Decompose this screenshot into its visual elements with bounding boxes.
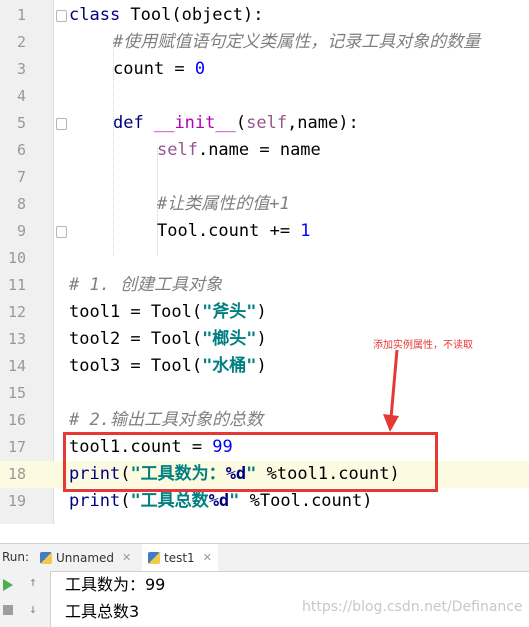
method-name: __init__ — [153, 113, 236, 133]
format-specifier: %d — [208, 491, 230, 511]
rerun-icon[interactable] — [3, 579, 13, 591]
close-icon[interactable]: ✕ — [122, 551, 131, 564]
console-output-line: 工具总数3 — [65, 602, 140, 621]
line-number: 6 — [16, 141, 26, 159]
comment: # 1. 创建工具对象 — [69, 275, 223, 295]
line-number: 14 — [7, 357, 26, 375]
annotation-arrow-icon — [383, 349, 399, 432]
comment: # 2.输出工具对象的总数 — [69, 410, 263, 430]
string-literal: "斧头" — [202, 302, 257, 322]
code-line-7[interactable]: 7 — [0, 164, 529, 191]
code-line-9[interactable]: 9 Tool.count += 1 — [0, 218, 529, 245]
line-number: 15 — [7, 384, 26, 402]
code-line-15[interactable]: 15 — [0, 380, 529, 407]
assignment: .name = name — [197, 140, 321, 160]
code-line-19[interactable]: 19 print("工具总数%d" %Tool.count) — [0, 488, 529, 515]
scroll-up-icon[interactable]: ↑ — [29, 575, 37, 590]
keyword-class: class — [69, 5, 121, 25]
assignment: tool1 = Tool( — [69, 302, 203, 322]
python-icon — [148, 551, 160, 564]
number-literal: 0 — [194, 59, 206, 79]
line-number: 19 — [7, 492, 26, 510]
run-label: Run: — [2, 550, 30, 564]
code-line-8[interactable]: 8 #让类属性的值+1 — [0, 191, 529, 218]
line-number: 8 — [16, 195, 26, 213]
line-number: 7 — [16, 168, 26, 186]
line-number: 10 — [7, 249, 26, 267]
params: ,name): — [287, 113, 359, 133]
code-editor[interactable]: 1 class Tool(object): 2 #使用赋值语句定义类属性，记录工… — [0, 0, 529, 524]
comment: #使用赋值语句定义类属性，记录工具对象的数量 — [113, 32, 481, 52]
line-number: 2 — [16, 33, 26, 51]
tab-label: Unnamed — [56, 550, 115, 565]
line-number: 1 — [16, 6, 26, 24]
line-number: 4 — [16, 87, 26, 105]
string-literal: "榔头" — [202, 329, 257, 349]
code-line-14[interactable]: 14 tool3 = Tool("水桶") — [0, 353, 529, 380]
fold-marker-icon[interactable] — [56, 118, 67, 130]
code-line-10[interactable]: 10 — [0, 245, 529, 272]
paren: ( — [120, 491, 131, 511]
assignment: Tool.count += — [157, 221, 301, 241]
close-icon[interactable]: ✕ — [203, 551, 212, 564]
line-number: 5 — [16, 114, 26, 132]
tab-unnamed[interactable]: Unnamed ✕ — [40, 544, 131, 571]
run-toolbar: Run: Unnamed ✕ test1 ✕ — [0, 543, 529, 572]
console-output-line: 工具数为：99 — [65, 575, 166, 594]
tab-label: test1 — [164, 550, 195, 565]
keyword-def: def — [113, 113, 144, 133]
code-line-16[interactable]: 16 # 2.输出工具对象的总数 — [0, 407, 529, 434]
assignment: tool3 = Tool( — [69, 356, 203, 376]
line-number: 11 — [7, 276, 26, 294]
assignment: count = — [113, 59, 195, 79]
self-param: self — [246, 113, 288, 133]
code-line-12[interactable]: 12 tool1 = Tool("斧头") — [0, 299, 529, 326]
code-line-1[interactable]: 1 class Tool(object): — [0, 2, 529, 29]
code-line-11[interactable]: 11 # 1. 创建工具对象 — [0, 272, 529, 299]
paren: ) — [256, 329, 267, 349]
watermark: https://blog.csdn.net/Definance — [302, 599, 523, 615]
line-number: 9 — [16, 222, 26, 240]
code-line-4[interactable]: 4 — [0, 83, 529, 110]
self-ref: self — [157, 140, 198, 160]
string-literal: "水桶" — [202, 356, 257, 376]
paren: ) — [256, 356, 267, 376]
string-literal: " — [229, 491, 240, 511]
paren: ) — [256, 302, 267, 322]
class-signature: Tool(object): — [120, 5, 264, 25]
tab-test1[interactable]: test1 ✕ — [142, 544, 218, 571]
fold-marker-icon[interactable] — [56, 226, 67, 238]
python-icon — [40, 551, 52, 564]
string-literal: "工具总数 — [130, 491, 209, 511]
code-line-3[interactable]: 3 count = 0 — [0, 56, 529, 83]
line-number: 3 — [16, 60, 26, 78]
assignment: tool2 = Tool( — [69, 329, 203, 349]
stop-icon[interactable] — [3, 605, 13, 615]
print-call: print — [69, 491, 121, 511]
code-line-2[interactable]: 2 #使用赋值语句定义类属性，记录工具对象的数量 — [0, 29, 529, 56]
code-line-6[interactable]: 6 self.name = name — [0, 137, 529, 164]
line-number: 18 — [7, 465, 26, 483]
paren: ( — [235, 113, 247, 133]
code-line-5[interactable]: 5 def __init__(self,name): — [0, 110, 529, 137]
line-number: 12 — [7, 303, 26, 321]
scroll-down-icon[interactable]: ↓ — [29, 602, 37, 617]
line-number: 16 — [7, 411, 26, 429]
line-number: 17 — [7, 438, 26, 456]
fold-marker-icon[interactable] — [56, 10, 67, 22]
number-literal: 1 — [300, 221, 311, 241]
highlight-box — [63, 432, 438, 492]
run-side-toolbar: ↑ ↓ — [0, 571, 51, 627]
format-args: %Tool.count) — [239, 491, 373, 511]
line-number: 13 — [7, 330, 26, 348]
comment: #让类属性的值+1 — [157, 194, 290, 214]
